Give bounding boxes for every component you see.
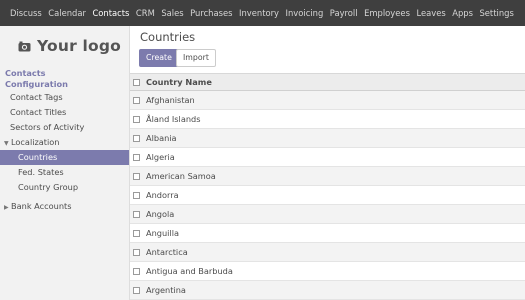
section-title-contacts: Contacts	[5, 68, 46, 78]
table-row[interactable]: Antigua and Barbuda	[130, 262, 525, 281]
row-checkbox[interactable]	[133, 286, 140, 294]
sidebar-item-localization[interactable]: ▼ Localization	[0, 135, 129, 150]
country-name-cell: Antigua and Barbuda	[146, 266, 233, 276]
sidebar-item-bank-accounts[interactable]: ▶ Bank Accounts	[0, 199, 129, 214]
menu-payroll[interactable]: Payroll	[330, 8, 358, 18]
country-name-cell: Albania	[146, 133, 177, 143]
row-checkbox[interactable]	[133, 96, 140, 104]
caret-down-icon: ▼	[4, 140, 9, 147]
row-checkbox[interactable]	[133, 210, 140, 218]
country-name-cell: Åland Islands	[146, 114, 201, 124]
country-name-cell: American Samoa	[146, 171, 216, 181]
country-name-cell: Andorra	[146, 190, 179, 200]
row-checkbox[interactable]	[133, 191, 140, 199]
sidebar-item-label: Bank Accounts	[11, 201, 72, 211]
sidebar-item-countries[interactable]: Countries	[0, 150, 129, 165]
row-checkbox[interactable]	[133, 153, 140, 161]
menu-crm[interactable]: CRM	[136, 8, 155, 18]
section-title-configuration: Configuration	[5, 79, 68, 89]
caret-right-icon: ▶	[4, 204, 9, 211]
company-logo[interactable]: Your logo	[18, 37, 121, 55]
menu-apps[interactable]: Apps	[452, 8, 473, 18]
country-name-cell: Anguilla	[146, 228, 180, 238]
logo-text: Your logo	[37, 37, 122, 55]
table-row[interactable]: Albania	[130, 129, 525, 148]
row-checkbox[interactable]	[133, 134, 140, 142]
sidebar-item-contact-tags[interactable]: Contact Tags	[0, 90, 129, 105]
menu-leaves[interactable]: Leaves	[416, 8, 445, 18]
country-name-cell: Angola	[146, 209, 175, 219]
sidebar-item-label: Localization	[11, 137, 60, 147]
menu-employees[interactable]: Employees	[364, 8, 410, 18]
table-header: Country Name	[130, 73, 525, 91]
table-row[interactable]: Andorra	[130, 186, 525, 205]
sidebar: Your logo Contacts Configuration Contact…	[0, 26, 130, 300]
table-body: Afghanistan Åland Islands Albania Algeri…	[130, 91, 525, 300]
main-content: Countries Create Import Country Name Afg…	[130, 26, 525, 300]
countries-table: Country Name Afghanistan Åland Islands A…	[130, 73, 525, 300]
table-row[interactable]: Antarctica	[130, 243, 525, 262]
sidebar-item-fed-states[interactable]: Fed. States	[0, 165, 129, 180]
create-button[interactable]: Create	[139, 49, 179, 67]
breadcrumb: Countries	[140, 30, 196, 44]
row-checkbox[interactable]	[133, 248, 140, 256]
sidebar-item-contact-titles[interactable]: Contact Titles	[0, 105, 129, 120]
row-checkbox[interactable]	[133, 115, 140, 123]
row-checkbox[interactable]	[133, 267, 140, 275]
select-all-checkbox[interactable]	[133, 78, 140, 86]
menu-calendar[interactable]: Calendar	[48, 8, 86, 18]
table-row[interactable]: Anguilla	[130, 224, 525, 243]
country-name-cell: Antarctica	[146, 247, 188, 257]
menu-sales[interactable]: Sales	[161, 8, 183, 18]
row-checkbox[interactable]	[133, 229, 140, 237]
row-checkbox[interactable]	[133, 172, 140, 180]
sidebar-item-country-group[interactable]: Country Group	[0, 180, 129, 195]
menu-contacts[interactable]: Contacts	[92, 8, 129, 18]
table-row[interactable]: Åland Islands	[130, 110, 525, 129]
camera-icon	[18, 41, 31, 52]
country-name-cell: Algeria	[146, 152, 175, 162]
column-header-country-name[interactable]: Country Name	[146, 77, 212, 87]
table-row[interactable]: Afghanistan	[130, 91, 525, 110]
menu-purchases[interactable]: Purchases	[190, 8, 232, 18]
country-name-cell: Afghanistan	[146, 95, 195, 105]
table-row[interactable]: Angola	[130, 205, 525, 224]
menu-invoicing[interactable]: Invoicing	[286, 8, 324, 18]
menu-settings[interactable]: Settings	[479, 8, 513, 18]
menu-discuss[interactable]: Discuss	[10, 8, 42, 18]
import-button[interactable]: Import	[176, 49, 216, 67]
sidebar-item-sectors[interactable]: Sectors of Activity	[0, 120, 129, 135]
table-row[interactable]: Argentina	[130, 281, 525, 300]
top-menu-bar: Discuss Calendar Contacts CRM Sales Purc…	[0, 0, 525, 26]
country-name-cell: Argentina	[146, 285, 186, 295]
table-row[interactable]: American Samoa	[130, 167, 525, 186]
table-row[interactable]: Algeria	[130, 148, 525, 167]
menu-inventory[interactable]: Inventory	[239, 8, 279, 18]
